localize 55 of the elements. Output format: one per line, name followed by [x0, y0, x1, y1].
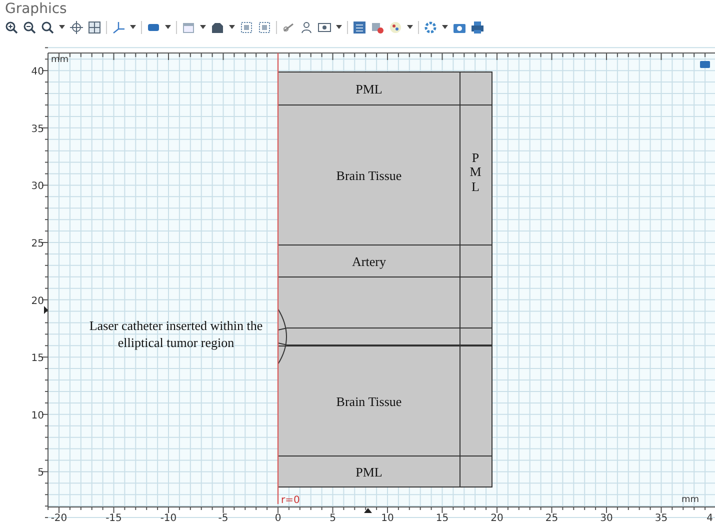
x-tick-label: 20 — [490, 513, 504, 524]
y-tick-label: 10 — [31, 410, 44, 422]
print-icon[interactable] — [471, 20, 484, 34]
caret-icon[interactable] — [200, 25, 206, 29]
x-tick-label: 10 — [381, 513, 394, 524]
region-label: PML — [469, 151, 482, 194]
region-label: PML — [356, 464, 382, 480]
y-tick-label: 30 — [31, 181, 44, 192]
region-label: PML — [356, 82, 382, 96]
palette-icon[interactable] — [389, 20, 402, 34]
caret-icon[interactable] — [336, 25, 342, 29]
zoom-extents-icon[interactable] — [88, 20, 101, 34]
y-tick-label: 5 — [38, 468, 44, 479]
x-tick-label: 15 — [436, 513, 449, 524]
x-tick-label: 30 — [600, 513, 613, 524]
pointer-icon — [44, 306, 48, 314]
panel-title: Graphics — [4, 0, 67, 17]
axis-icon[interactable] — [112, 20, 125, 34]
region-label: Brain Tissue — [336, 394, 402, 409]
x-tick-label: -5 — [218, 513, 228, 524]
x-tick-label: 0 — [274, 513, 282, 524]
y-tick-label: 15 — [31, 353, 44, 364]
caret-icon[interactable] — [165, 25, 171, 29]
y-tick-label: 20 — [31, 296, 44, 307]
caret-icon[interactable] — [130, 25, 136, 29]
zoom-box-icon[interactable] — [41, 20, 54, 34]
zoom-in-icon[interactable] — [5, 20, 18, 34]
y-tick-label: 25 — [31, 238, 44, 250]
x-tick-label: 25 — [545, 513, 558, 524]
origin-label: r=0 — [281, 495, 300, 506]
x-tick-label: 5 — [330, 513, 336, 524]
caret-icon[interactable] — [229, 25, 235, 29]
y-unit-label: mm — [51, 55, 69, 65]
center-icon[interactable] — [70, 20, 83, 34]
x-unit-label: mm — [681, 495, 699, 505]
view-icon[interactable] — [318, 20, 331, 34]
y-tick-label: 40 — [31, 66, 44, 78]
x-tick-label: 4 — [706, 513, 713, 524]
x-tick-label: -15 — [106, 513, 122, 524]
region-label: Brain Tissue — [336, 168, 402, 183]
y-tick-label: 35 — [31, 124, 44, 135]
x-tick-label: -10 — [160, 513, 177, 524]
x-tick-label: 35 — [654, 513, 668, 524]
region-label: Artery — [352, 254, 386, 269]
deselect-icon[interactable] — [258, 20, 271, 34]
caret-icon[interactable] — [59, 25, 65, 29]
caret-icon[interactable] — [442, 25, 448, 29]
annotation-text: Laser catheter inserted within the elliptical tumor region — [88, 317, 264, 351]
zoom-out-icon[interactable] — [23, 20, 36, 34]
layers-icon[interactable] — [371, 20, 384, 34]
person-icon[interactable] — [300, 20, 313, 34]
pointer-icon — [364, 508, 372, 513]
x-tick-label: -20 — [50, 513, 68, 524]
caret-icon[interactable] — [407, 25, 413, 29]
select-icon[interactable] — [240, 20, 253, 34]
